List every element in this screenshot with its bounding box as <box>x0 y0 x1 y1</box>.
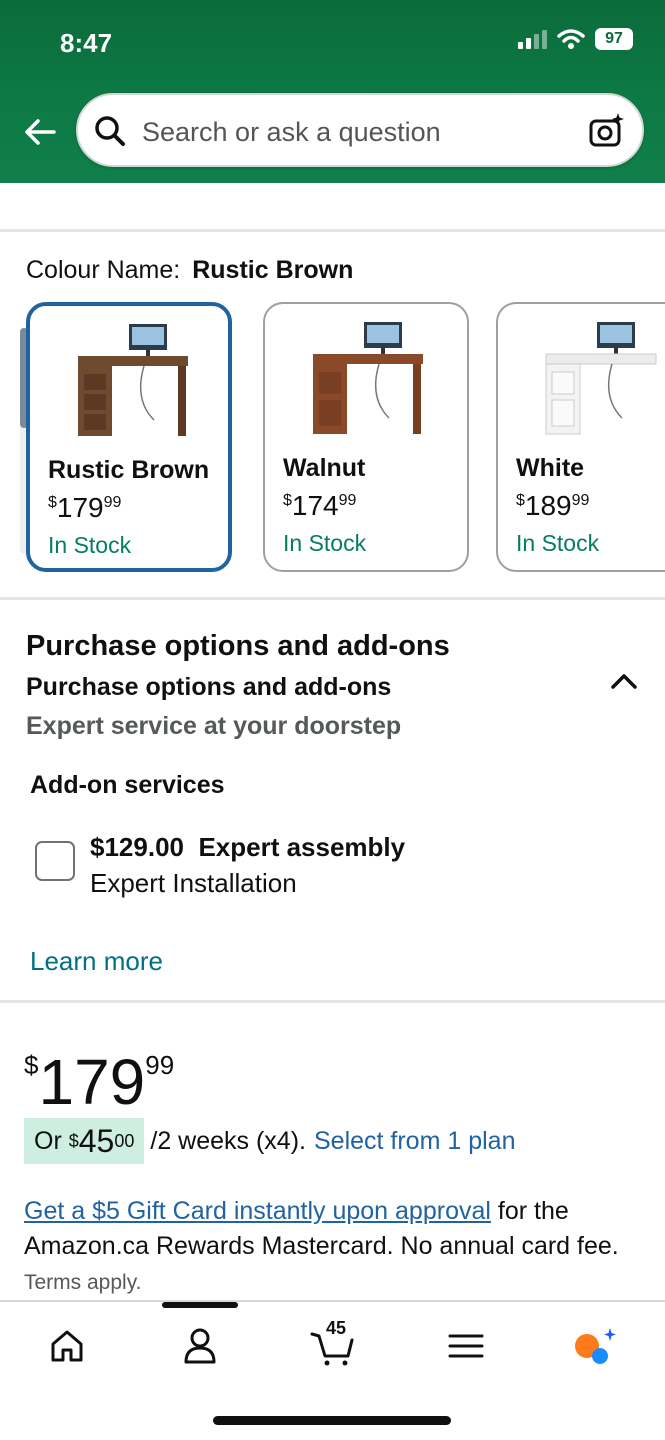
gift-card-promo: Get a $5 Gift Card instantly upon approv… <box>24 1194 644 1300</box>
wifi-icon <box>557 29 585 49</box>
divider <box>0 597 665 600</box>
chevron-up-icon[interactable] <box>608 668 640 694</box>
swatch-stock: In Stock <box>516 530 600 556</box>
installment-amount-badge: Or $45 00 <box>24 1118 145 1164</box>
swatch-stock: In Stock <box>283 530 367 556</box>
rufus-ai-icon[interactable] <box>572 1324 616 1368</box>
app-header: 8:47 97 Search or ask a question <box>0 0 665 183</box>
swatch-name: Walnut <box>283 454 366 482</box>
search-bar[interactable]: Search or ask a question <box>76 93 644 167</box>
installment-plan: Or $45 00 /2 weeks (x4). Select from 1 pl… <box>24 1118 515 1164</box>
swatch-price: $17499 <box>283 490 357 521</box>
desk-image-white <box>545 322 657 435</box>
colour-name-label: Colour Name: Rustic Brown <box>26 256 353 285</box>
home-icon[interactable] <box>45 1324 89 1368</box>
addon-detail: Expert Installation <box>90 868 297 898</box>
swatch-name: Rustic Brown <box>48 456 210 484</box>
signal-icon <box>518 29 547 49</box>
battery-icon: 97 <box>595 28 633 50</box>
home-indicator <box>213 1416 451 1425</box>
desk-image-rustic-brown <box>78 324 188 436</box>
swatch-name: White <box>516 454 585 482</box>
search-icon <box>95 116 125 146</box>
addon-price-title: $129.00 Expert assembly <box>90 832 406 862</box>
purchase-options-title: Purchase options and add-ons <box>26 630 450 662</box>
purchase-options-subtitle[interactable]: Purchase options and add-ons <box>26 673 391 702</box>
expert-assembly-checkbox[interactable] <box>35 841 75 881</box>
desk-image-walnut <box>313 322 423 434</box>
gift-card-link[interactable]: Get a $5 Gift Card instantly upon approv… <box>24 1197 491 1225</box>
swatch-stock: In Stock <box>48 532 132 558</box>
active-tab-indicator <box>162 1302 238 1308</box>
swatch-walnut[interactable]: Walnut $17499 In Stock <box>263 302 469 572</box>
swatch-price: $18999 <box>516 490 590 521</box>
divider <box>0 229 665 232</box>
colour-label-text: Colour Name: <box>26 256 181 284</box>
product-price: $17999 <box>24 1046 175 1118</box>
status-icons: 97 <box>518 28 633 50</box>
select-plan-link[interactable]: Select from 1 plan <box>314 1127 516 1156</box>
cart-count-badge: 45 <box>326 1318 347 1338</box>
status-time: 8:47 <box>60 28 113 58</box>
divider <box>0 1000 665 1003</box>
selected-colour: Rustic Brown <box>192 256 354 284</box>
swatch-price: $17999 <box>48 492 122 523</box>
swatch-rustic-brown[interactable]: Rustic Brown $17999 In Stock <box>26 302 232 572</box>
purchase-options-description: Expert service at your doorstep <box>26 712 402 740</box>
learn-more-link[interactable]: Learn more <box>30 946 163 977</box>
back-arrow-icon[interactable] <box>20 112 60 152</box>
terms-text: Terms apply. <box>24 1271 142 1294</box>
account-icon[interactable] <box>178 1324 222 1368</box>
addon-services-heading: Add-on services <box>30 771 225 799</box>
installment-period: /2 weeks (x4). <box>150 1126 306 1155</box>
search-input[interactable]: Search or ask a question <box>142 117 441 148</box>
camera-search-icon[interactable] <box>586 111 626 151</box>
swatch-white[interactable]: White $18999 In Stock <box>496 302 665 572</box>
menu-icon[interactable] <box>444 1324 488 1368</box>
